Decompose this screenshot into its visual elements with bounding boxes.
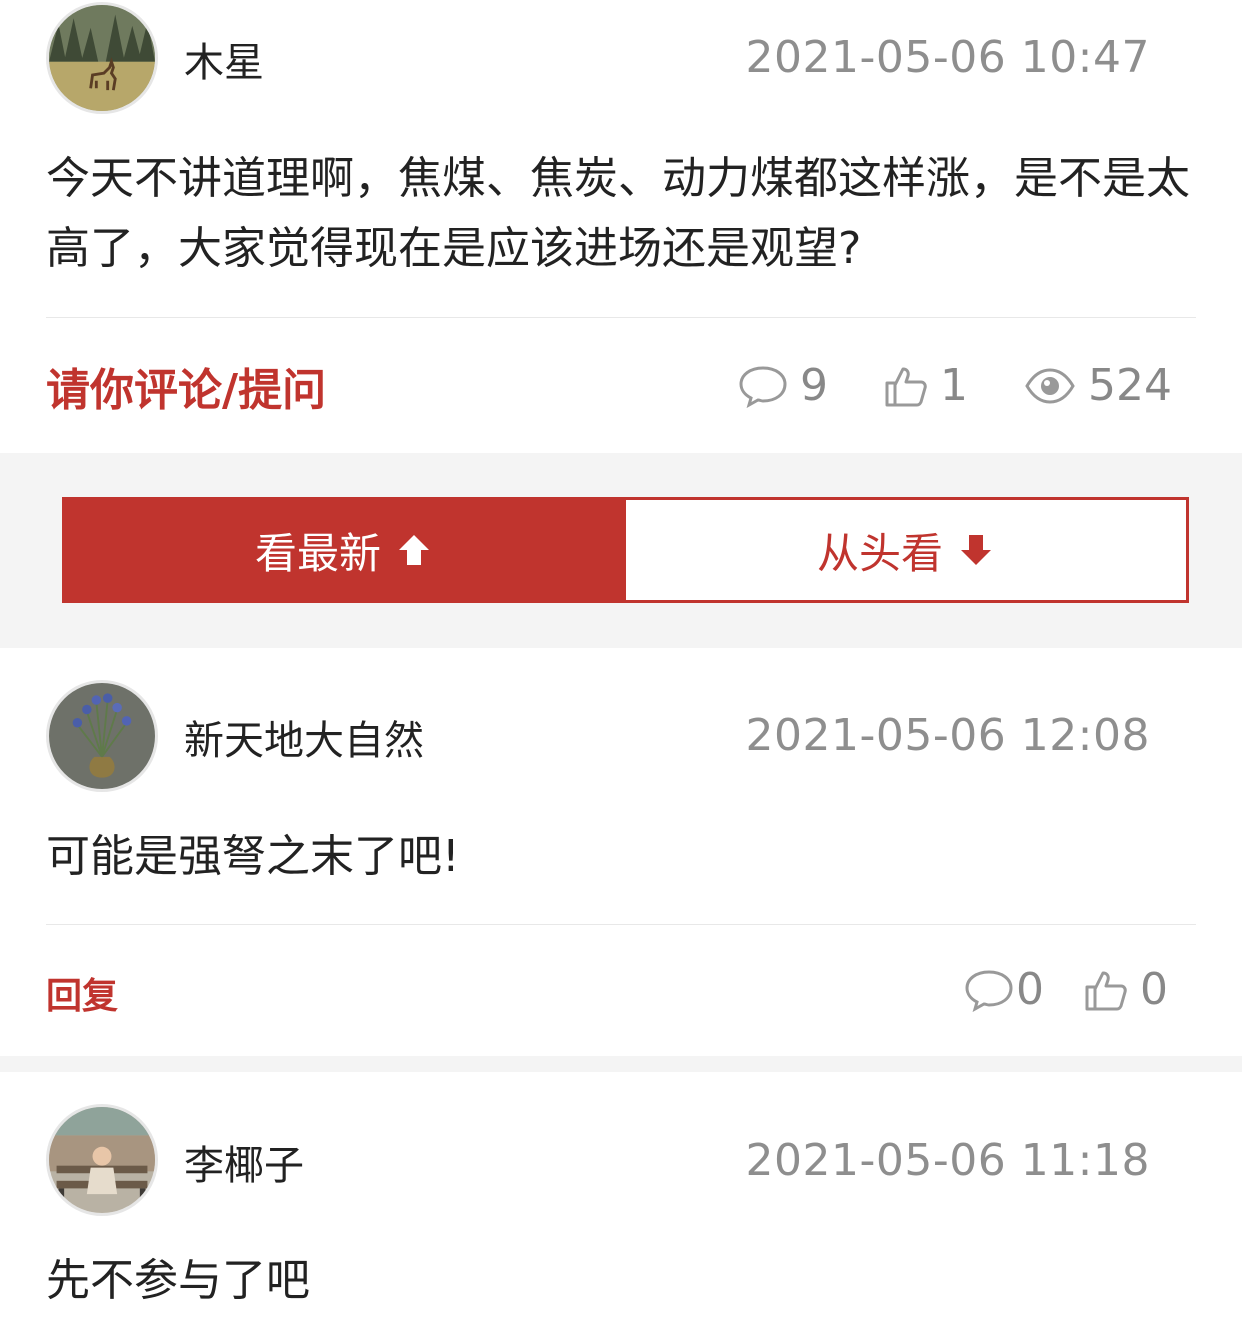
comment-content: 可能是强弩之末了吧!	[46, 831, 460, 882]
sort-oldest-label: 从头看	[816, 528, 943, 578]
comment-author-avatar[interactable]	[46, 680, 158, 792]
comment-timestamp: 2021-05-06 12:08	[745, 710, 1150, 761]
comment-author-name[interactable]: 新天地大自然	[184, 708, 424, 766]
post-view-count: 524	[1024, 360, 1172, 411]
comment-separator	[0, 1056, 1242, 1072]
comment-content: 先不参与了吧	[46, 1255, 310, 1306]
arrow-down-icon	[957, 531, 995, 569]
comment-like-value: 0	[1140, 964, 1168, 1015]
comment-count-value: 9	[800, 360, 828, 411]
thumbs-up-icon	[1084, 968, 1128, 1012]
comment-like-count[interactable]: 0	[1084, 964, 1168, 1015]
sort-newest-label: 看最新	[254, 528, 381, 578]
post-timestamp: 2021-05-06 10:47	[745, 32, 1150, 83]
reply-link[interactable]: 回复	[46, 967, 118, 1019]
comment-divider	[46, 924, 1196, 925]
comment-reply-count[interactable]: 0	[964, 964, 1044, 1015]
comment-prompt-link[interactable]: 请你评论/提问	[46, 354, 326, 418]
view-count-value: 524	[1088, 360, 1172, 411]
comment-author-name[interactable]: 李椰子	[184, 1133, 304, 1191]
thumbs-up-icon	[884, 364, 928, 408]
sort-oldest-button[interactable]: 从头看	[626, 497, 1189, 603]
sort-newest-button[interactable]: 看最新	[62, 497, 626, 603]
comment-timestamp: 2021-05-06 11:18	[745, 1135, 1150, 1186]
arrow-up-icon	[395, 531, 433, 569]
comment-bubble-icon	[738, 364, 788, 408]
like-count-value: 1	[940, 360, 968, 411]
comment-author-avatar[interactable]	[46, 1104, 158, 1216]
eye-icon	[1024, 366, 1076, 406]
post-divider	[46, 317, 1196, 318]
reply-count-value: 0	[1016, 964, 1044, 1015]
post-author-name[interactable]: 木星	[184, 30, 264, 88]
post-content: 今天不讲道理啊，焦煤、焦炭、动力煤都这样涨，是不是太高了，大家觉得现在是应该进场…	[46, 153, 1190, 274]
post-author-avatar[interactable]	[46, 2, 158, 114]
post-comment-count[interactable]: 9	[738, 360, 828, 411]
post-like-count[interactable]: 1	[884, 360, 968, 411]
comment-bubble-icon	[964, 968, 1014, 1012]
